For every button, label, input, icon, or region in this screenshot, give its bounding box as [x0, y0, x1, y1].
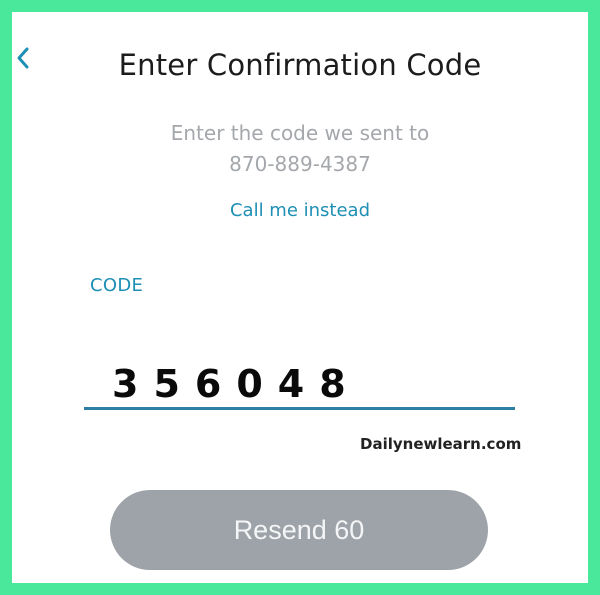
code-input[interactable]: 356048 [84, 360, 515, 410]
phone-number: 870-889-4387 [229, 152, 371, 176]
watermark: Dailynewlearn.com [360, 435, 522, 453]
call-me-instead-link[interactable]: Call me instead [12, 200, 588, 221]
code-value: 356048 [112, 362, 361, 406]
code-label: CODE [90, 275, 144, 296]
confirmation-screen: Enter Confirmation Code Enter the code w… [12, 12, 588, 583]
page-title: Enter Confirmation Code [118, 48, 482, 82]
instruction-text: Enter the code we sent to 870-889-4387 [12, 118, 588, 180]
resend-button[interactable]: Resend 60 [110, 490, 488, 570]
instruction-line: Enter the code we sent to [170, 121, 430, 145]
